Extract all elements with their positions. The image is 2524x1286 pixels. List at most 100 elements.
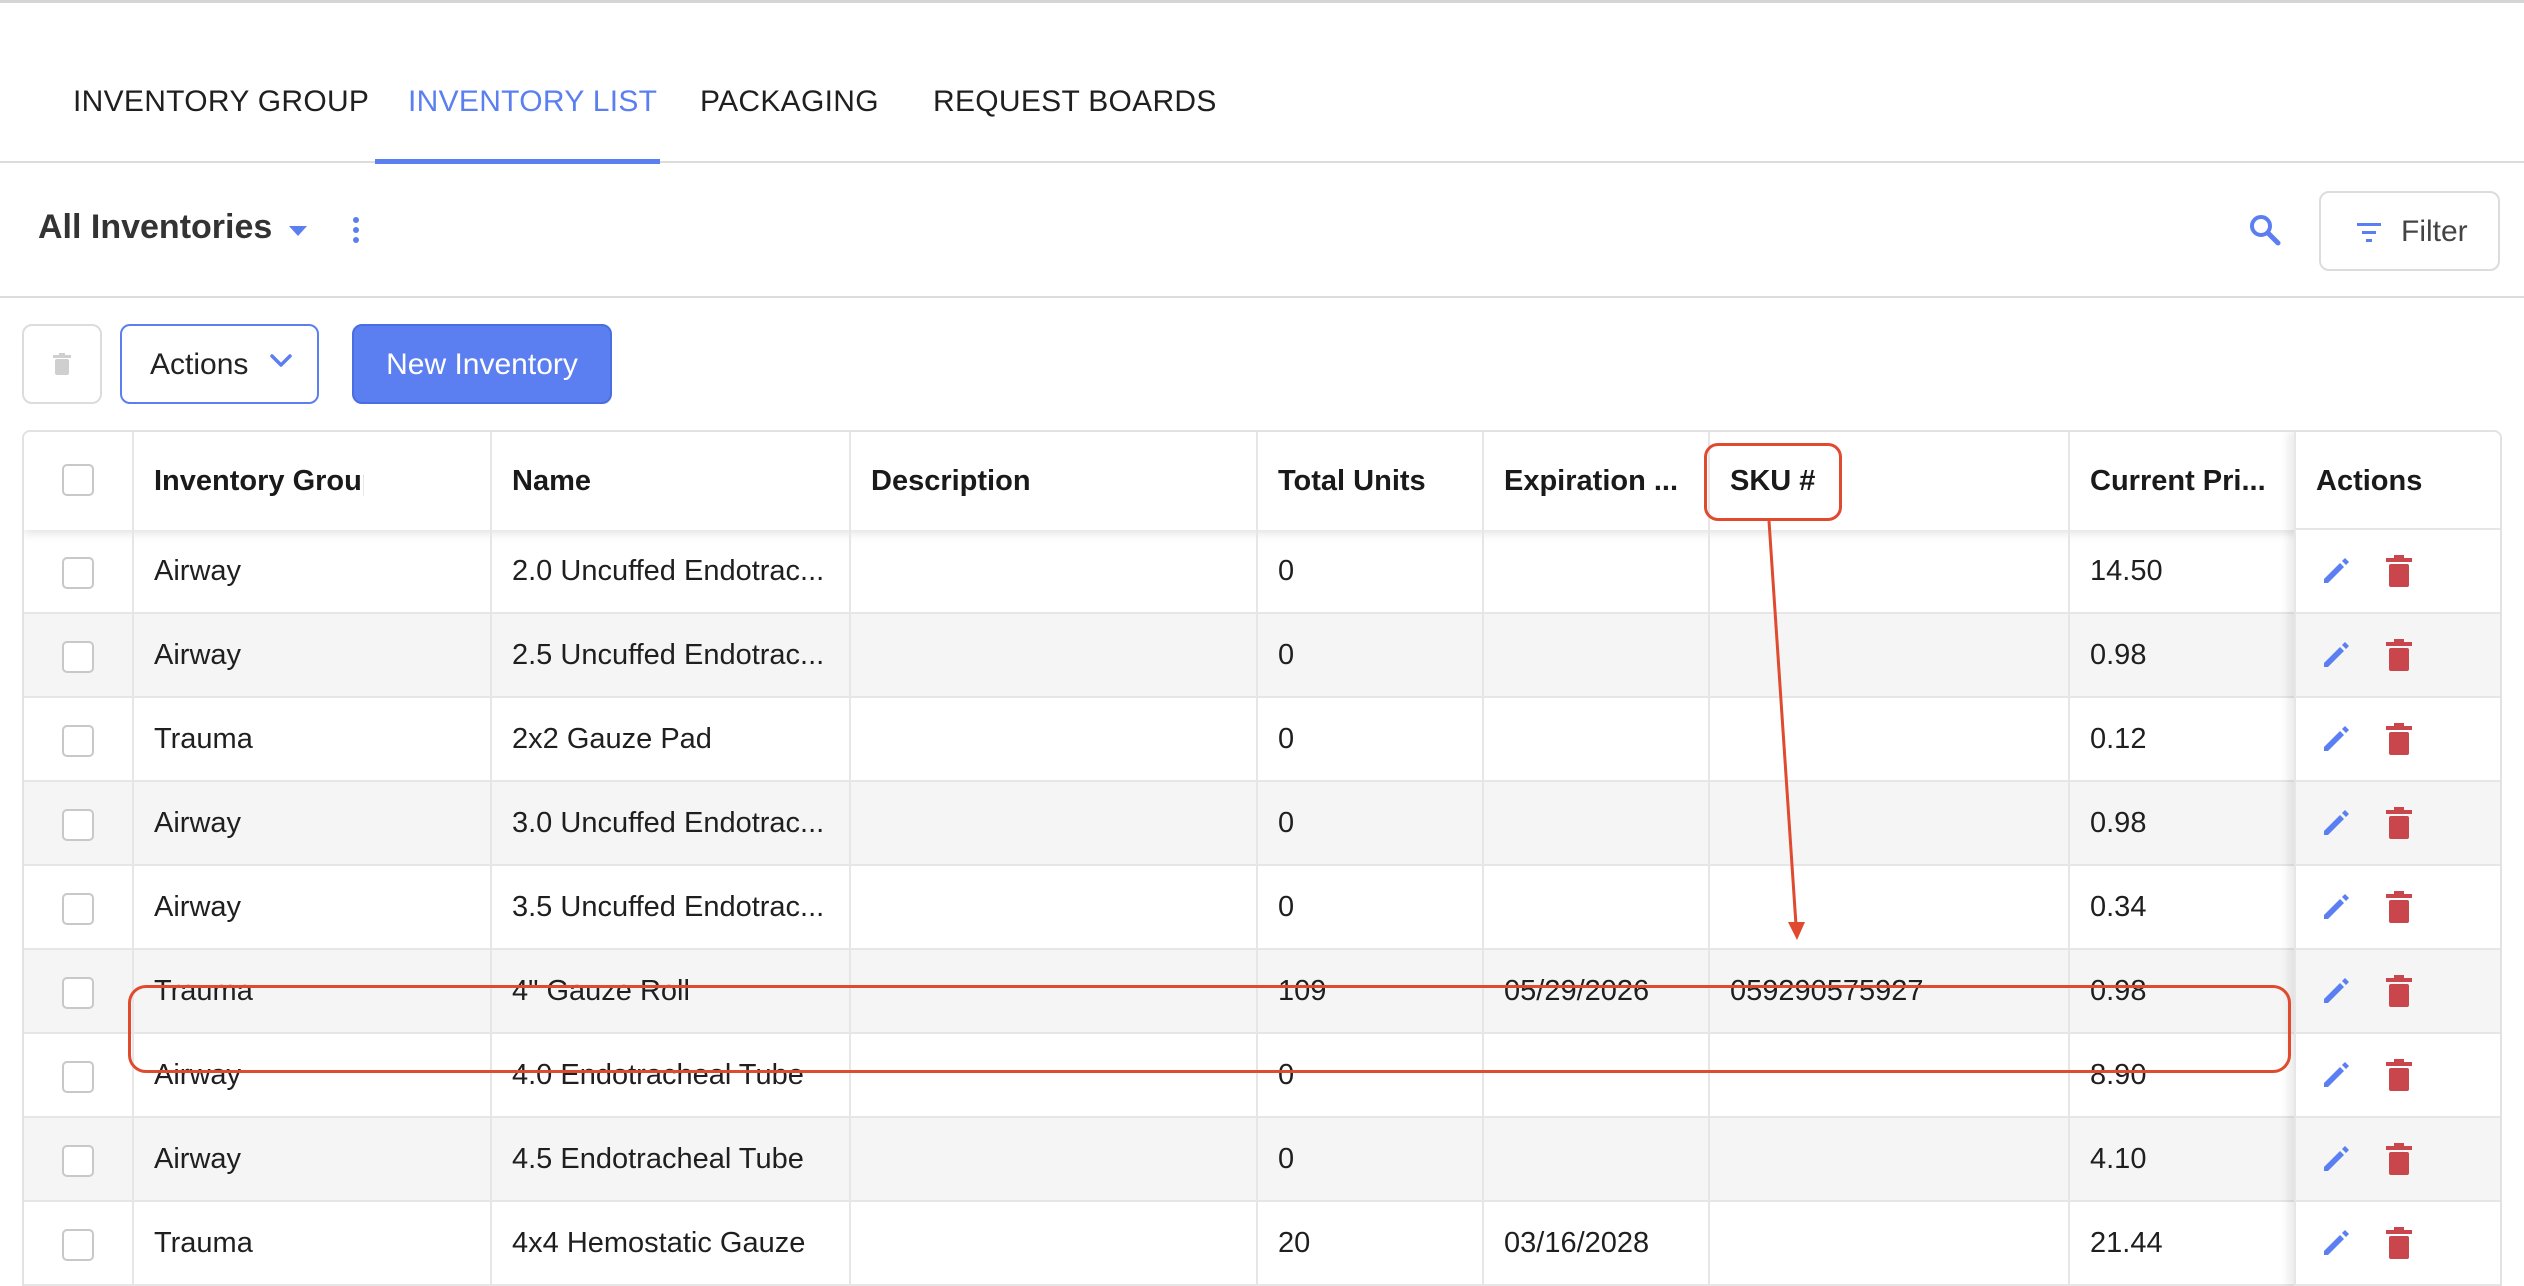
delete-trash-icon[interactable]	[2386, 891, 2412, 923]
cell-total-units: 0	[1278, 1143, 1295, 1175]
edit-pencil-icon[interactable]	[2320, 1227, 2352, 1259]
table-row[interactable]: Airway 2.0 Uncuffed Endotrac... 0 14.50	[24, 530, 2500, 614]
column-divider	[2068, 432, 2070, 1286]
bulk-delete-button[interactable]	[22, 324, 102, 404]
edit-pencil-icon[interactable]	[2320, 807, 2352, 839]
row-actions	[2296, 782, 2500, 866]
delete-trash-icon[interactable]	[2386, 1059, 2412, 1091]
delete-trash-icon[interactable]	[2386, 723, 2412, 755]
cell-sku	[1730, 1118, 2060, 1200]
row-actions	[2296, 866, 2500, 950]
filter-button[interactable]: Filter	[2319, 191, 2500, 271]
delete-trash-icon[interactable]	[2386, 1227, 2412, 1259]
cell-expiration	[1504, 614, 1704, 696]
cell-current-price: 21.44	[2090, 1227, 2163, 1259]
select-all-checkbox[interactable]	[62, 464, 94, 496]
cell-total-units: 0	[1278, 555, 1295, 587]
annotation-row-highlight	[128, 985, 2291, 1073]
cell-sku	[1730, 782, 2060, 864]
cell-inventory-group: Airway	[154, 807, 242, 839]
cell-inventory-group: Airway	[154, 555, 242, 587]
row-actions	[2296, 530, 2500, 614]
delete-trash-icon[interactable]	[2386, 975, 2412, 1007]
row-checkbox[interactable]	[62, 725, 94, 757]
cell-inventory-group: Airway	[154, 639, 242, 671]
table-row[interactable]: Airway 2.5 Uncuffed Endotrac... 0 0.98	[24, 614, 2500, 698]
cell-expiration	[1504, 1118, 1704, 1200]
cell-total-units: 0	[1278, 723, 1295, 755]
inventory-view-selector[interactable]: All Inventories	[38, 208, 272, 247]
column-divider	[490, 432, 492, 1286]
cell-sku	[1730, 614, 2060, 696]
tab-inventory-list[interactable]: INVENTORY LIST	[408, 85, 657, 119]
row-checkbox[interactable]	[62, 893, 94, 925]
cell-description	[871, 1118, 1251, 1200]
column-divider	[849, 432, 851, 1286]
table-row[interactable]: Trauma 4x4 Hemostatic Gauze 20 03/16/2028 21…	[24, 1202, 2500, 1286]
delete-trash-icon[interactable]	[2386, 807, 2412, 839]
delete-trash-icon[interactable]	[2386, 555, 2412, 587]
tab-request-boards[interactable]: REQUEST BOARDS	[933, 85, 1217, 119]
edit-pencil-icon[interactable]	[2320, 891, 2352, 923]
row-actions	[2296, 950, 2500, 1034]
cell-expiration	[1504, 698, 1704, 780]
edit-pencil-icon[interactable]	[2320, 723, 2352, 755]
caret-down-icon[interactable]	[289, 226, 307, 236]
delete-trash-icon[interactable]	[2386, 1143, 2412, 1175]
actions-column: Actions	[2294, 432, 2500, 1286]
edit-pencil-icon[interactable]	[2320, 1059, 2352, 1091]
row-checkbox[interactable]	[62, 1229, 94, 1261]
search-icon[interactable]	[2248, 213, 2282, 247]
row-checkbox[interactable]	[62, 557, 94, 589]
column-name[interactable]: Name	[512, 432, 842, 530]
column-current-price[interactable]: Current Pri...	[2090, 432, 2290, 530]
cell-name: 3.0 Uncuffed Endotrac...	[512, 807, 825, 839]
row-checkbox[interactable]	[62, 1145, 94, 1177]
column-divider	[1482, 432, 1484, 1286]
row-checkbox[interactable]	[62, 809, 94, 841]
edit-pencil-icon[interactable]	[2320, 639, 2352, 671]
column-inventory-group[interactable]: Inventory Group	[154, 432, 364, 530]
cell-description	[871, 1202, 1251, 1284]
column-total-units[interactable]: Total Units	[1278, 432, 1478, 530]
cell-name: 2x2 Gauze Pad	[512, 723, 712, 755]
table-row[interactable]: Trauma 2x2 Gauze Pad 0 0.12	[24, 698, 2500, 782]
table-row[interactable]: Airway 3.0 Uncuffed Endotrac... 0 0.98	[24, 782, 2500, 866]
cell-description	[871, 782, 1251, 864]
row-actions	[2296, 1202, 2500, 1286]
column-divider	[1256, 432, 1258, 1286]
row-actions	[2296, 698, 2500, 782]
cell-current-price: 4.10	[2090, 1143, 2147, 1175]
trash-icon	[53, 353, 71, 375]
cell-current-price: 0.34	[2090, 891, 2147, 923]
cell-description	[871, 614, 1251, 696]
cell-inventory-group: Airway	[154, 891, 242, 923]
table-header: Inventory Group Name Description Total U…	[24, 432, 2500, 530]
column-description[interactable]: Description	[871, 432, 1231, 530]
delete-trash-icon[interactable]	[2386, 639, 2412, 671]
cell-current-price: 0.12	[2090, 723, 2147, 755]
edit-pencil-icon[interactable]	[2320, 1143, 2352, 1175]
actions-dropdown[interactable]: Actions	[120, 324, 319, 404]
column-expiration[interactable]: Expiration ...	[1504, 432, 1704, 530]
column-divider	[132, 432, 134, 1286]
cell-name: 4.5 Endotracheal Tube	[512, 1143, 804, 1175]
edit-pencil-icon[interactable]	[2320, 555, 2352, 587]
more-vertical-icon[interactable]	[352, 217, 360, 245]
new-inventory-button[interactable]: New Inventory	[352, 324, 612, 404]
row-checkbox[interactable]	[62, 1061, 94, 1093]
cell-current-price: 0.98	[2090, 807, 2147, 839]
cell-sku	[1730, 866, 2060, 948]
row-checkbox[interactable]	[62, 977, 94, 1009]
annotation-sku-highlight	[1704, 443, 1842, 521]
column-actions-header: Actions	[2296, 432, 2500, 530]
cell-name: 2.0 Uncuffed Endotrac...	[512, 555, 825, 587]
table-row[interactable]: Airway 4.5 Endotracheal Tube 0 4.10	[24, 1118, 2500, 1202]
tab-inventory-group[interactable]: INVENTORY GROUP	[73, 85, 369, 119]
tab-packaging[interactable]: PACKAGING	[700, 85, 879, 119]
edit-pencil-icon[interactable]	[2320, 975, 2352, 1007]
new-inventory-label: New Inventory	[386, 348, 578, 381]
table-row[interactable]: Airway 3.5 Uncuffed Endotrac... 0 0.34	[24, 866, 2500, 950]
cell-sku	[1730, 698, 2060, 780]
row-checkbox[interactable]	[62, 641, 94, 673]
